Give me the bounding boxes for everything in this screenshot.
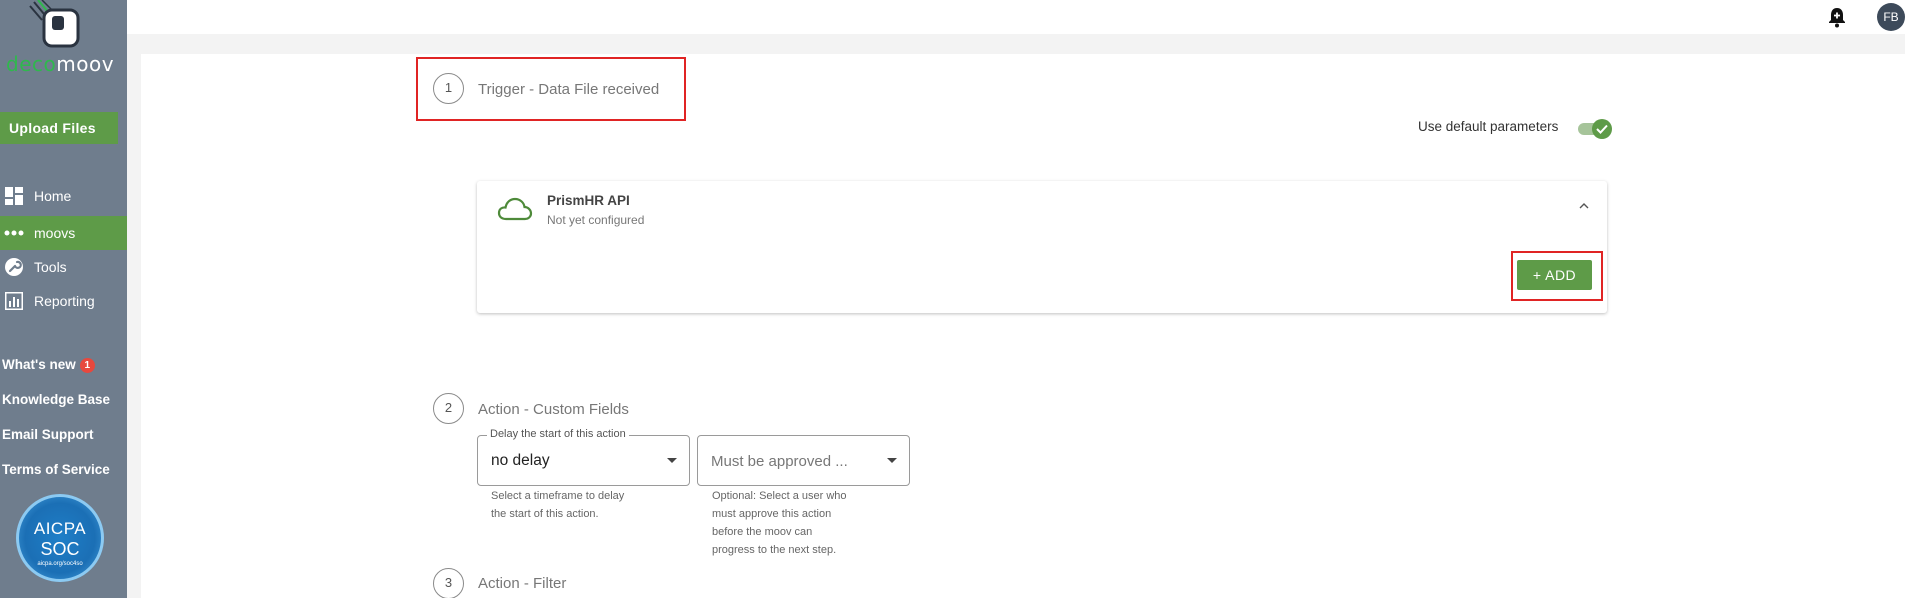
dropdown-arrow-icon [887, 458, 897, 463]
step-title-trigger[interactable]: Trigger - Data File received [478, 81, 659, 98]
sidebar-item-label: Home [34, 188, 72, 204]
sidebar-item-label: Reporting [34, 293, 95, 309]
knowledge-base-link[interactable]: Knowledge Base [2, 392, 110, 407]
logo-text: decomoov [6, 52, 115, 76]
delay-select[interactable]: Delay the start of this action no delay [477, 428, 690, 486]
approver-select-placeholder: Must be approved ... [711, 453, 848, 470]
delay-select-value: no delay [491, 452, 550, 469]
connector-card: PrismHR API Not yet configured + ADD [477, 181, 1607, 313]
connector-status: Not yet configured [547, 213, 645, 227]
connector-name: PrismHR API [547, 193, 630, 208]
cloud-icon [497, 196, 533, 227]
dashboard-icon [4, 186, 24, 206]
highlight-add-button [1511, 251, 1603, 301]
approver-select[interactable]: Must be approved ... [697, 435, 910, 486]
whats-new-link[interactable]: What's new 1 [2, 357, 95, 373]
dropdown-arrow-icon [667, 458, 677, 463]
notification-bell-icon[interactable] [1826, 6, 1848, 28]
sidebar-item-moovs[interactable]: moovs [0, 216, 127, 250]
sidebar-item-tools[interactable]: Tools [0, 250, 127, 284]
sidebar-item-home[interactable]: Home [0, 179, 127, 213]
default-params-label: Use default parameters [1418, 119, 1559, 134]
delay-helper-text: Select a timeframe to delay the start of… [491, 490, 625, 520]
default-params-toggle[interactable] [1578, 119, 1612, 139]
terms-of-service-link[interactable]: Terms of Service [2, 462, 110, 477]
user-avatar[interactable]: FB [1877, 3, 1905, 31]
sidebar-item-label: moovs [34, 225, 76, 241]
whats-new-badge: 1 [79, 358, 95, 373]
logo[interactable]: decomoov [0, 0, 127, 80]
step-number: 1 [433, 73, 464, 104]
step-title-custom-fields[interactable]: Action - Custom Fields [478, 401, 629, 418]
email-support-link[interactable]: Email Support [2, 427, 94, 442]
step-number: 2 [433, 393, 464, 424]
check-icon [1592, 119, 1612, 139]
sidebar: decomoov Upload Files Home moovs Tools R… [0, 0, 127, 598]
moov-editor-panel [141, 54, 1905, 598]
bar-chart-icon [4, 291, 24, 311]
logo-mark-icon [29, 0, 80, 48]
sidebar-item-reporting[interactable]: Reporting [0, 284, 127, 318]
upload-files-button[interactable]: Upload Files [0, 112, 118, 144]
aicpa-soc-badge: AICPA SOC aicpa.org/soc4so [16, 494, 104, 582]
approver-helper-text: Optional: Select a user who must approve… [712, 490, 847, 556]
chevron-up-icon[interactable] [1577, 199, 1591, 213]
step-number: 3 [433, 568, 464, 598]
wrench-icon [4, 257, 24, 277]
sidebar-item-label: Tools [34, 259, 67, 275]
step-title-filter[interactable]: Action - Filter [478, 575, 566, 592]
top-bar [127, 0, 1905, 34]
dots-icon [4, 223, 24, 243]
delay-select-label: Delay the start of this action [487, 428, 629, 440]
